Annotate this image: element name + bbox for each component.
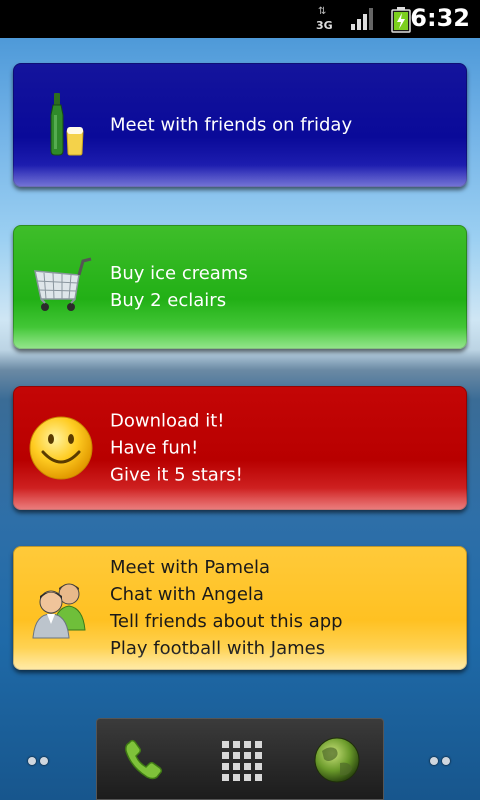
app-drawer-icon[interactable] xyxy=(214,733,268,787)
note-line: Tell friends about this app xyxy=(110,611,343,632)
launcher-dock xyxy=(96,718,384,800)
battery-charging-icon xyxy=(391,7,411,33)
signal-strength-icon xyxy=(351,8,373,30)
clock: 6:32 xyxy=(410,4,470,32)
page-indicator-right[interactable] xyxy=(430,750,454,765)
bottle-and-beer-icon xyxy=(50,93,84,156)
note-line: Chat with Angela xyxy=(110,584,264,605)
note-line: Download it! xyxy=(110,410,225,432)
shopping-cart-icon xyxy=(34,257,92,311)
note-widget-shopping[interactable]: Buy ice creams Buy 2 eclairs xyxy=(13,225,467,349)
note-line: Meet with friends on friday xyxy=(110,114,353,136)
people-icon xyxy=(32,583,86,639)
note-line: Have fun! xyxy=(110,437,199,459)
note-lines: Download it! Have fun! Give it 5 stars! xyxy=(110,408,243,489)
phone-icon[interactable] xyxy=(117,733,171,787)
note-lines: Buy ice creams Buy 2 eclairs xyxy=(110,260,248,314)
page-indicator-left[interactable] xyxy=(28,750,52,765)
note-line: Play football with James xyxy=(110,638,326,659)
note-lines: Meet with friends on friday xyxy=(110,112,352,139)
note-line: Buy ice creams xyxy=(110,263,248,284)
note-line: Meet with Pamela xyxy=(110,557,271,578)
note-widget-app[interactable]: Download it! Have fun! Give it 5 stars! xyxy=(13,386,467,510)
note-line: Buy 2 eclairs xyxy=(110,290,227,311)
browser-globe-icon[interactable] xyxy=(310,733,364,787)
note-line: Give it 5 stars! xyxy=(110,464,243,486)
note-lines: Meet with Pamela Chat with Angela Tell f… xyxy=(110,554,343,662)
note-widget-friends[interactable]: Meet with friends on friday xyxy=(13,63,467,187)
note-widget-social[interactable]: Meet with Pamela Chat with Angela Tell f… xyxy=(13,546,467,670)
smiley-icon xyxy=(29,416,93,480)
status-bar: ⇅ 3G 6:32 xyxy=(0,0,480,38)
network-3g-icon: ⇅ 3G xyxy=(316,6,333,33)
